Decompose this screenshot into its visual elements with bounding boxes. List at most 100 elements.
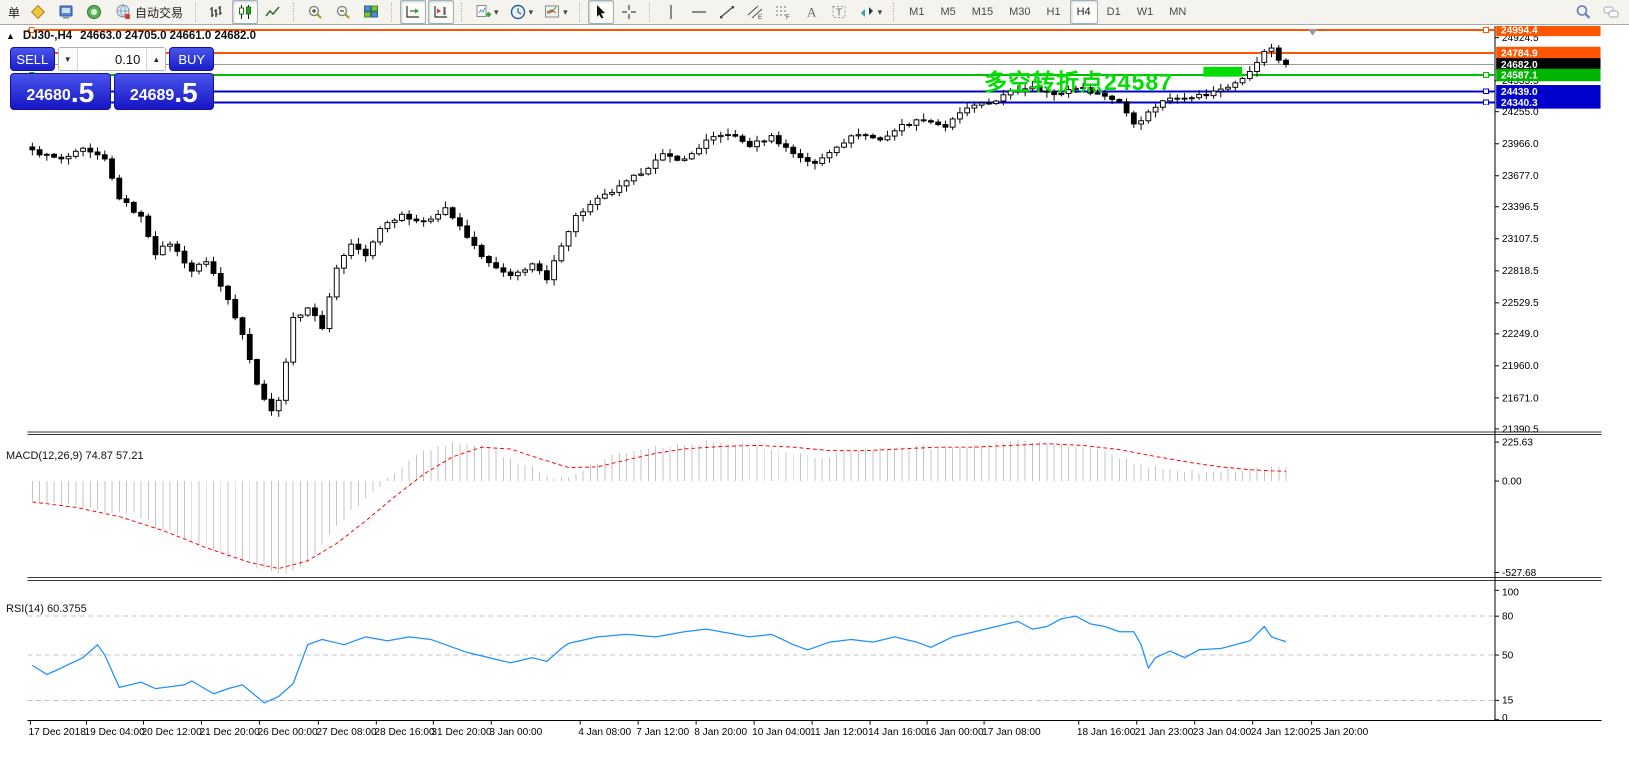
timeframe-button-m15[interactable]: M15: [965, 0, 1000, 24]
candlestick-chart-icon[interactable]: [232, 0, 258, 24]
svg-text:22249.0: 22249.0: [1502, 329, 1539, 340]
toolbar-separator: [461, 3, 463, 21]
search-icon[interactable]: [1570, 0, 1596, 24]
new-order-icon[interactable]: [25, 0, 51, 24]
svg-text:24 Jan 12:00: 24 Jan 12:00: [1251, 727, 1310, 738]
tile-windows-icon[interactable]: [358, 0, 384, 24]
zoom-in-icon[interactable]: [302, 0, 328, 24]
fibonacci-icon[interactable]: F: [770, 0, 796, 24]
svg-text:50: 50: [1502, 650, 1514, 661]
toolbar-separator: [893, 3, 895, 21]
svg-text:4 Jan 08:00: 4 Jan 08:00: [578, 727, 631, 738]
timeframe-button-h1[interactable]: H1: [1040, 0, 1068, 24]
volume-increase-button[interactable]: ▲: [146, 48, 165, 70]
svg-text:24587.1: 24587.1: [1501, 71, 1538, 82]
svg-text:18 Jan 16:00: 18 Jan 16:00: [1077, 727, 1136, 738]
text-label-icon[interactable]: T: [826, 0, 852, 24]
svg-text:11 Jan 12:00: 11 Jan 12:00: [810, 727, 868, 738]
svg-text:15: 15: [1502, 696, 1514, 707]
svg-text:25 Jan 20:00: 25 Jan 20:00: [1310, 727, 1369, 738]
indicators-icon[interactable]: ▾: [539, 0, 572, 24]
zoom-out-icon[interactable]: [330, 0, 356, 24]
sell-price-frac: .5: [71, 80, 94, 106]
collapse-panel-icon[interactable]: ▲: [6, 31, 15, 41]
timeframe-button-h4[interactable]: H4: [1070, 0, 1098, 24]
svg-text:21 Jan 23:00: 21 Jan 23:00: [1135, 727, 1194, 738]
buy-button[interactable]: BUY: [169, 47, 214, 71]
svg-text:31 Dec 20:00: 31 Dec 20:00: [431, 727, 492, 738]
timeframe-button-w1[interactable]: W1: [1130, 0, 1161, 24]
svg-text:19 Dec 04:00: 19 Dec 04:00: [85, 727, 146, 738]
svg-text:E: E: [758, 15, 762, 21]
macd-indicator-label: MACD(12,26,9) 74.87 57.21: [6, 450, 144, 462]
period-icon[interactable]: ▾: [505, 0, 538, 24]
chart-area[interactable]: 24924.524535.524255.023966.023677.023396…: [0, 26, 1629, 770]
svg-text:0: 0: [1502, 713, 1508, 724]
chat-icon[interactable]: [1598, 0, 1624, 24]
vertical-line-icon[interactable]: [658, 0, 684, 24]
buy-price[interactable]: 24689 .5: [114, 73, 215, 110]
trendline-icon[interactable]: [714, 0, 740, 24]
chart-window-icon[interactable]: [53, 0, 79, 24]
svg-text:26 Dec 00:00: 26 Dec 00:00: [257, 727, 318, 738]
timeframe-button-m1[interactable]: M1: [902, 0, 931, 24]
timeframe-button-mn[interactable]: MN: [1162, 0, 1193, 24]
navigator-icon[interactable]: [81, 0, 107, 24]
toolbar-separator: [579, 3, 581, 21]
svg-text:225.63: 225.63: [1502, 437, 1533, 448]
svg-text:22818.5: 22818.5: [1502, 266, 1539, 277]
svg-text:100: 100: [1502, 588, 1519, 599]
svg-text:23677.0: 23677.0: [1502, 171, 1539, 182]
chart-annotation-text: 多空转折点24587: [984, 63, 1173, 97]
volume-decrease-button[interactable]: ▼: [59, 48, 78, 70]
svg-text:T: T: [836, 8, 842, 19]
order-label: 单: [8, 4, 20, 21]
candlesticks[interactable]: [30, 44, 1289, 417]
symbol-period-label: DJ30-,H4: [23, 30, 72, 42]
chart-shift-icon[interactable]: [400, 0, 426, 24]
shapes-icon[interactable]: ▾: [854, 0, 887, 24]
rsi-indicator-label: RSI(14) 60.3755: [6, 603, 87, 615]
new-chart-icon[interactable]: ▾: [470, 0, 503, 24]
svg-text:24340.3: 24340.3: [1501, 98, 1538, 109]
sell-button[interactable]: SELL: [10, 47, 55, 71]
rsi-axis[interactable]: 100 80 50 15 0: [1495, 588, 1519, 725]
svg-text:3 Jan 00:00: 3 Jan 00:00: [489, 727, 542, 738]
timeframe-button-d1[interactable]: D1: [1100, 0, 1128, 24]
crosshair-icon[interactable]: [616, 0, 642, 24]
svg-text:10 Jan 04:00: 10 Jan 04:00: [752, 727, 811, 738]
auto-scroll-icon[interactable]: [428, 0, 454, 24]
svg-text:23396.5: 23396.5: [1502, 202, 1539, 213]
bar-chart-icon[interactable]: [204, 0, 230, 24]
svg-text:20 Dec 12:00: 20 Dec 12:00: [142, 727, 203, 738]
svg-text:80: 80: [1502, 612, 1514, 623]
buy-price-frac: .5: [174, 80, 197, 106]
svg-text:21671.0: 21671.0: [1502, 393, 1539, 404]
svg-text:14 Jan 16:00: 14 Jan 16:00: [868, 727, 927, 738]
green-box-annotation[interactable]: [1203, 67, 1242, 77]
channel-icon[interactable]: E: [742, 0, 768, 24]
svg-text:22529.5: 22529.5: [1502, 298, 1539, 309]
chart-shift-marker[interactable]: [1308, 29, 1318, 36]
sell-price-int: 24680: [26, 86, 71, 106]
one-click-trading-panel: SELL ▼ ▲ BUY 24680 .5 24689 .5: [10, 47, 214, 110]
line-chart-icon[interactable]: [260, 0, 286, 24]
timeframe-button-m30[interactable]: M30: [1002, 0, 1037, 24]
rsi-line[interactable]: [32, 616, 1286, 703]
volume-input[interactable]: [78, 48, 147, 70]
horizontal-line-icon[interactable]: [686, 0, 712, 24]
timeframe-button-m5[interactable]: M5: [933, 0, 962, 24]
text-icon[interactable]: A: [798, 0, 824, 24]
macd-axis[interactable]: 225.630.00-527.68: [1495, 437, 1536, 578]
cursor-icon[interactable]: [588, 0, 614, 24]
time-axis[interactable]: 17 Dec 201819 Dec 04:0020 Dec 12:0021 De…: [28, 721, 1368, 738]
svg-text:17 Dec 2018: 17 Dec 2018: [28, 727, 86, 738]
chart-title: ▲ DJ30-,H4 24663.0 24705.0 24661.0 24682…: [6, 30, 256, 42]
price-chart-canvas[interactable]: 24924.524535.524255.023966.023677.023396…: [0, 26, 1629, 770]
autotrading-button[interactable]: 自动交易: [109, 0, 188, 24]
svg-text:23107.5: 23107.5: [1502, 234, 1539, 245]
sell-price[interactable]: 24680 .5: [10, 73, 111, 110]
macd-histogram[interactable]: [32, 440, 1286, 573]
svg-text:17 Jan 08:00: 17 Jan 08:00: [982, 727, 1041, 738]
svg-text:21390.5: 21390.5: [1502, 424, 1539, 435]
